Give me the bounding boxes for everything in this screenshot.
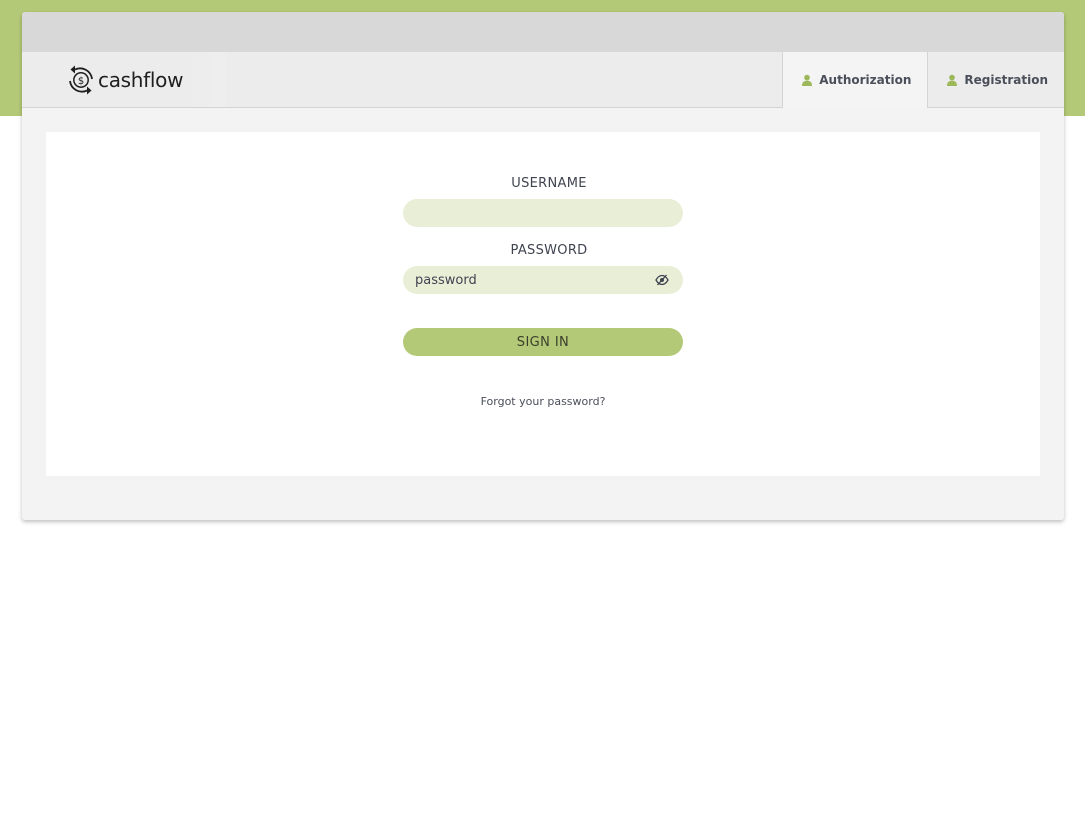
window-title-bar [22, 12, 1064, 52]
logo[interactable]: $ cashflow [22, 52, 226, 107]
forgot-password-link[interactable]: Forgot your password? [403, 395, 683, 408]
tab-authorization[interactable]: Authorization [782, 52, 928, 108]
user-icon [946, 74, 958, 86]
tab-registration-label: Registration [964, 73, 1048, 87]
sign-in-button[interactable]: SIGN IN [403, 328, 683, 356]
svg-text:$: $ [78, 76, 84, 87]
logo-text: cashflow [98, 67, 184, 92]
app-window: $ cashflow Authorization Registration US… [22, 12, 1064, 520]
password-input[interactable] [403, 266, 683, 294]
dollar-cycle-icon: $ [66, 63, 96, 97]
username-input[interactable] [403, 199, 683, 227]
eye-slash-icon[interactable] [655, 274, 669, 286]
auth-tabs: Authorization Registration [782, 52, 1064, 108]
username-label: USERNAME [511, 176, 587, 191]
login-card: USERNAME PASSWORD SIGN IN Forgot your pa… [46, 132, 1040, 476]
tab-registration[interactable]: Registration [927, 52, 1064, 108]
header: $ cashflow Authorization Registration [22, 52, 1064, 108]
password-label: PASSWORD [510, 243, 588, 258]
user-icon [801, 74, 813, 86]
tab-authorization-label: Authorization [819, 73, 912, 87]
